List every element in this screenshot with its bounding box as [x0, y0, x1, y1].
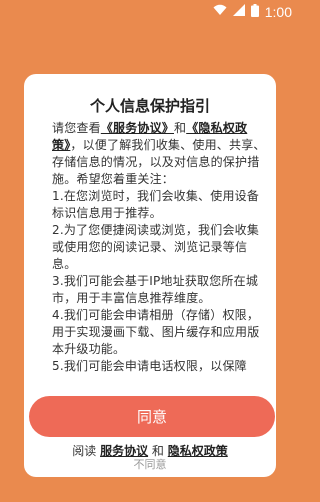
wifi-icon [213, 4, 227, 20]
status-time: 1:00 [264, 4, 292, 20]
list-item: 2.为了您便捷阅读或浏览，我们会收集或使用您的阅读记录、浏览记录等信息。 [52, 223, 260, 271]
signal-icon [232, 4, 245, 20]
disagree-button[interactable]: 不同意 [0, 456, 300, 472]
service-agreement-link[interactable]: 《服务协议》 [101, 121, 174, 135]
intro-and: 和 [174, 121, 187, 135]
list-item: 1.在您浏览时，我们会收集、使用设备标识信息用于推荐。 [52, 189, 260, 220]
intro-prefix: 请您查看 [52, 121, 101, 135]
agree-button[interactable]: 同意 [29, 396, 275, 437]
list-item: 3.我们可能会基于IP地址获取您所在城市，用于丰富信息推荐维度。 [52, 274, 259, 305]
privacy-content-scroll[interactable]: 请您查看《服务协议》和《隐私权政策》，以便了解我们收集、使用、共享、存储信息的情… [52, 120, 268, 422]
intro-paragraph: 请您查看《服务协议》和《隐私权政策》，以便了解我们收集、使用、共享、存储信息的情… [52, 120, 268, 188]
list-item: 4.我们可能会申请相册（存储）权限，用于实现漫画下载、图片缓存和应用版本升级功能… [52, 308, 260, 356]
status-bar: 1:00 [0, 0, 300, 24]
list-item: 5.我们可能会申请电话权限，以保障 [52, 359, 247, 373]
battery-icon [250, 3, 259, 21]
intro-suffix: ，以便了解我们收集、使用、共享、存储信息的情况，以及对信息的保护措施。希望您着重… [52, 138, 266, 186]
dialog-title: 个人信息保护指引 [89, 97, 210, 115]
